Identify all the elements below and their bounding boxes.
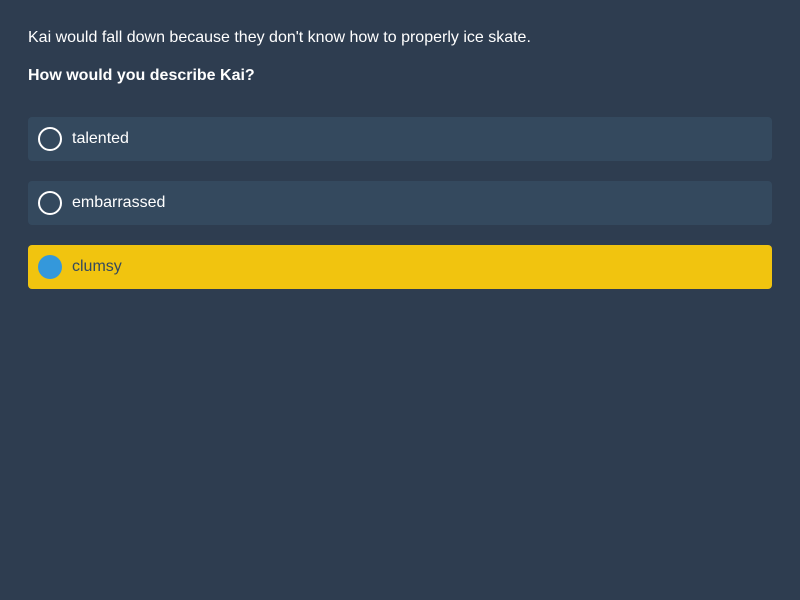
option-label: clumsy (72, 258, 122, 275)
option-talented[interactable]: talented (28, 117, 772, 161)
quiz-container: Kai would fall down because they don't k… (28, 28, 772, 309)
radio-button-icon[interactable] (38, 127, 62, 151)
radio-button-selected-icon[interactable] (38, 255, 62, 279)
radio-button-icon[interactable] (38, 191, 62, 215)
option-label: talented (72, 130, 129, 147)
question-text: How would you describe Kai? (28, 67, 255, 84)
context-text: Kai would fall down because they don't k… (28, 29, 531, 46)
option-clumsy[interactable]: clumsy (28, 245, 772, 289)
answer-options: talented embarrassed clumsy (28, 117, 772, 289)
option-embarrassed[interactable]: embarrassed (28, 181, 772, 225)
option-label: embarrassed (72, 194, 166, 211)
